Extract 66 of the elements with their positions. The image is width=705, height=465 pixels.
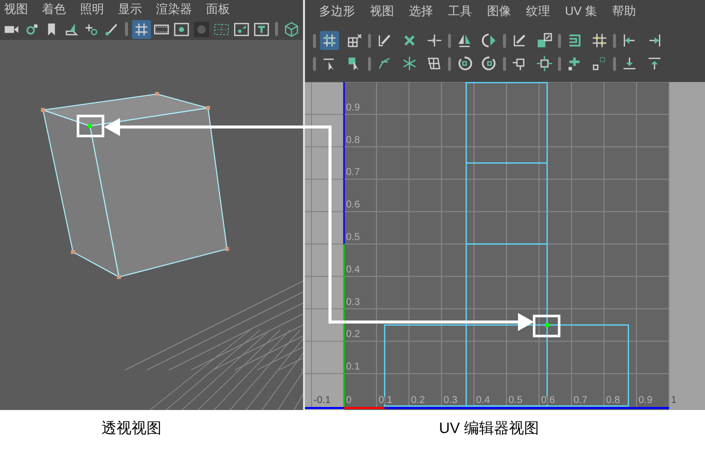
resize-icon <box>536 32 553 49</box>
v-axis-label: 0.2 <box>346 329 360 340</box>
dot-grid-icon <box>591 55 608 72</box>
v-axis-label: 0.9 <box>346 102 360 114</box>
half-circle-flip-icon <box>481 32 498 49</box>
toolbar-button[interactable] <box>320 31 339 50</box>
grid-arrows-icon <box>346 32 363 49</box>
v-axis-label: 0.6 <box>346 200 360 211</box>
menu-item[interactable]: 多边形 <box>319 2 355 20</box>
u-axis-label: 0.2 <box>411 395 425 406</box>
text-box-icon <box>253 20 270 38</box>
v-axis-label: 0.8 <box>346 134 360 146</box>
menu-item[interactable]: 照明 <box>80 0 104 18</box>
toolbar-button[interactable] <box>345 31 364 50</box>
menu-item[interactable]: 选择 <box>409 2 433 20</box>
rotate-ccw-icon <box>456 55 473 72</box>
v-axis-label: 0.1 <box>346 362 360 373</box>
menu-item[interactable]: 着色 <box>42 0 66 18</box>
u-axis-label: 0.4 <box>476 395 490 406</box>
u-axis-label: 0.5 <box>508 395 522 406</box>
u-axis-label: 0.3 <box>444 395 458 406</box>
caption: 透视视图 <box>102 419 162 439</box>
toolbar-button[interactable] <box>590 31 609 50</box>
menu-item[interactable]: 显示 <box>118 0 142 18</box>
arrows-in-icon <box>426 32 443 49</box>
arrow-up-icon <box>646 55 663 72</box>
grid-icon <box>133 20 150 38</box>
u-axis-label: 0.8 <box>606 395 620 406</box>
u-axis-label: 1 <box>671 395 677 406</box>
dotted-grid-icon <box>591 32 608 49</box>
v-axis-label: 0.7 <box>346 167 360 178</box>
menu-item[interactable]: 视图 <box>370 2 394 20</box>
u-axis-label: 0.7 <box>574 395 588 406</box>
u-axis-label: 0 <box>346 395 352 406</box>
pen-square-icon <box>511 32 528 49</box>
toolbar-button[interactable] <box>282 20 301 38</box>
menu-item[interactable]: 视图 <box>4 0 28 18</box>
toolbar-button[interactable] <box>535 31 554 50</box>
image-icon <box>233 20 250 38</box>
shape-icon <box>426 55 443 72</box>
highlight-frame <box>532 314 560 338</box>
caption: UV 编辑器视图 <box>438 419 540 439</box>
toolbar-button[interactable] <box>535 54 554 73</box>
u-axis-label: -0.1 <box>314 395 331 406</box>
menu-item[interactable]: UV 集 <box>565 2 598 20</box>
move-square-icon <box>536 55 553 72</box>
menu-item[interactable]: 纹理 <box>526 2 550 20</box>
menu-item[interactable]: 图像 <box>487 2 511 20</box>
menu-item[interactable]: 工具 <box>448 2 472 20</box>
highlight-frame <box>76 114 104 138</box>
arrow-down-icon <box>621 55 638 72</box>
toolbar-button[interactable] <box>132 20 151 38</box>
circle-in-square-icon <box>173 20 190 38</box>
cube-drawing[interactable] <box>41 92 229 279</box>
v-axis-label: 0.3 <box>346 296 360 308</box>
cube-icon <box>283 20 300 38</box>
knife-icon <box>376 32 393 49</box>
rotate-cw-icon <box>481 55 498 72</box>
menu-item[interactable]: 帮助 <box>612 2 636 20</box>
menu-item[interactable]: 渲染器 <box>156 0 192 18</box>
snowflake-icon <box>401 55 418 72</box>
menu-item[interactable]: 面板 <box>206 0 230 18</box>
u-axis-label: 0.9 <box>638 395 652 406</box>
vertex-grid-icon <box>321 32 338 49</box>
v-axis-label: 0.4 <box>346 264 360 276</box>
v-axis-label: 0.5 <box>346 232 360 243</box>
